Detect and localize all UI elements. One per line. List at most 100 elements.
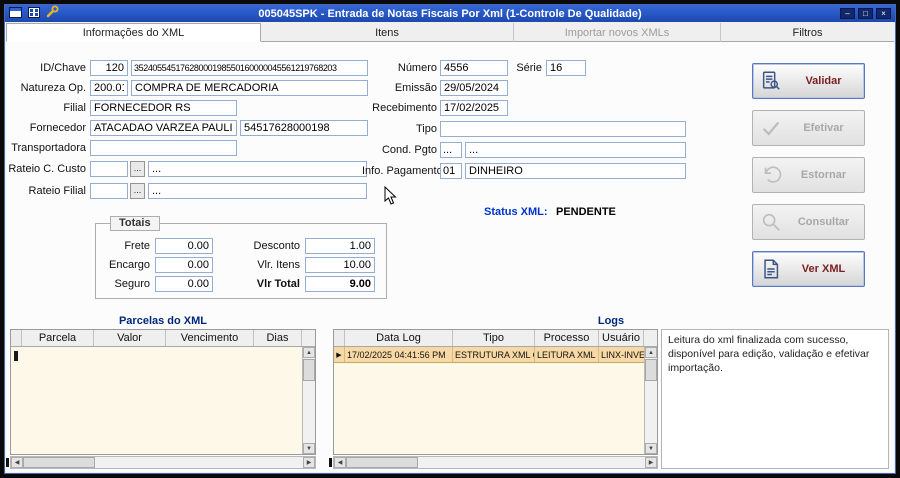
fornecedor-nome-field[interactable] xyxy=(90,120,237,136)
consultar-label: Consultar xyxy=(797,216,850,228)
scroll-down-icon[interactable]: ▼ xyxy=(303,443,315,454)
parcelas-col-valor[interactable]: Valor xyxy=(94,330,166,346)
scroll-down-icon[interactable]: ▼ xyxy=(645,443,657,454)
seguro-field[interactable] xyxy=(155,276,213,292)
desconto-field[interactable] xyxy=(305,238,375,254)
totais-legend: Totais xyxy=(110,216,160,231)
ver-xml-button[interactable]: Ver XML xyxy=(752,251,865,287)
fornecedor-cnpj-field[interactable] xyxy=(240,120,368,136)
vlr-itens-field[interactable] xyxy=(305,257,375,273)
scroll-right-icon[interactable]: ▶ xyxy=(645,457,657,468)
parcelas-col-vencimento[interactable]: Vencimento xyxy=(166,330,254,346)
log-row[interactable]: ▶ 17/02/2025 04:41:56 PM ESTRUTURA XML C… xyxy=(334,347,657,363)
efetivar-button[interactable]: Efetivar xyxy=(752,110,865,146)
tab-bar: Informações do XML Itens Importar novos … xyxy=(6,23,894,42)
parcelas-hscrollbar[interactable]: ◀ ▶ xyxy=(10,456,316,469)
chave-field[interactable] xyxy=(131,60,368,76)
vlr-total-label: Vlr Total xyxy=(256,278,300,290)
tipo-field[interactable] xyxy=(440,121,686,137)
info-pagamento-descricao-field[interactable] xyxy=(465,163,686,179)
filial-field[interactable] xyxy=(90,100,237,116)
vlr-total-field[interactable] xyxy=(305,276,375,292)
record-marker-icon: ▶ xyxy=(334,347,345,362)
rateio-filial-label: Rateio Filial xyxy=(28,185,86,197)
encargo-field[interactable] xyxy=(155,257,213,273)
parcelas-vscroll-thumb[interactable] xyxy=(303,359,315,381)
consultar-icon xyxy=(753,211,789,233)
parcelas-col-dias[interactable]: Dias xyxy=(254,330,302,346)
parcelas-col-parcela[interactable]: Parcela xyxy=(22,330,94,346)
consultar-button[interactable]: Consultar xyxy=(752,204,865,240)
recebimento-field[interactable] xyxy=(440,100,508,116)
emissao-label: Emissão xyxy=(394,82,437,94)
wrench-icon[interactable] xyxy=(46,5,59,23)
transportadora-field[interactable] xyxy=(90,140,237,156)
id-chave-label: ID/Chave xyxy=(40,62,86,74)
log-tipo: ESTRUTURA XML C xyxy=(453,347,535,362)
logs-title: Logs xyxy=(597,315,625,327)
seguro-label: Seguro xyxy=(114,278,150,290)
status-xml-value: PENDENTE xyxy=(556,206,616,218)
filial-label: Filial xyxy=(63,102,86,114)
scroll-up-icon[interactable]: ▲ xyxy=(303,347,315,358)
close-button[interactable]: × xyxy=(876,8,891,19)
logs-selector-header xyxy=(334,330,345,346)
app-screen: 005045SPK - Entrada de Notas Fiscais Por… xyxy=(0,0,900,478)
tab-itens[interactable]: Itens xyxy=(261,23,514,42)
natureza-op-codigo-field[interactable] xyxy=(90,80,128,96)
apps-grid-icon[interactable] xyxy=(28,5,40,23)
frete-field[interactable] xyxy=(155,238,213,254)
logs-col-usuario[interactable]: Usuário xyxy=(599,330,644,346)
log-message-memo[interactable]: Leitura do xml finalizada com sucesso, d… xyxy=(661,329,889,469)
rateio-ccusto-codigo-field[interactable] xyxy=(90,161,128,177)
efetivar-label: Efetivar xyxy=(803,122,844,134)
log-data-log: 17/02/2025 04:41:56 PM xyxy=(345,347,453,362)
tipo-label: Tipo xyxy=(416,123,437,135)
scroll-right-icon[interactable]: ▶ xyxy=(303,457,315,468)
info-pagamento-codigo-field[interactable] xyxy=(440,163,462,179)
scroll-up-icon[interactable]: ▲ xyxy=(645,347,657,358)
titlebar[interactable]: 005045SPK - Entrada de Notas Fiscais Por… xyxy=(5,5,895,22)
natureza-op-label: Natureza Op. xyxy=(20,82,86,94)
id-field[interactable] xyxy=(90,60,128,76)
status-xml-label: Status XML: xyxy=(484,206,548,218)
rateio-filial-descricao-field[interactable] xyxy=(148,183,367,199)
logs-hscrollbar[interactable]: ◀ ▶ xyxy=(333,456,658,469)
cond-pgto-label: Cond. Pgto xyxy=(381,144,437,156)
logs-col-data-log[interactable]: Data Log xyxy=(345,330,453,346)
validar-icon xyxy=(753,70,789,92)
logs-vscrollbar[interactable]: ▲ ▼ xyxy=(644,347,657,454)
parcelas-hscroll-thumb[interactable] xyxy=(23,457,95,468)
scroll-left-icon[interactable]: ◀ xyxy=(334,457,346,468)
tab-importar-novos-xmls[interactable]: Importar novos XMLs xyxy=(514,23,721,42)
vlr-itens-label: Vlr. Itens xyxy=(257,259,300,271)
cond-pgto-codigo-field[interactable] xyxy=(440,142,462,158)
info-pagamento-label: Info. Pagamento xyxy=(362,165,443,177)
record-marker xyxy=(14,351,18,361)
rateio-ccusto-label: Rateio C. Custo xyxy=(8,163,86,175)
logs-hscroll-thumb[interactable] xyxy=(346,457,418,468)
serie-field[interactable] xyxy=(546,60,586,76)
logs-col-processo[interactable]: Processo xyxy=(535,330,599,346)
emissao-field[interactable] xyxy=(440,80,508,96)
validar-button[interactable]: Validar xyxy=(752,63,865,99)
tab-filtros[interactable]: Filtros xyxy=(721,23,894,42)
parcelas-vscrollbar[interactable]: ▲ ▼ xyxy=(302,347,315,454)
estornar-label: Estornar xyxy=(800,169,847,181)
maximize-button[interactable]: □ xyxy=(858,8,873,19)
logs-col-tipo[interactable]: Tipo xyxy=(453,330,535,346)
rateio-filial-lookup-button[interactable]: ... xyxy=(130,183,145,199)
window-title: 005045SPK - Entrada de Notas Fiscais Por… xyxy=(258,7,642,20)
cond-pgto-descricao-field[interactable] xyxy=(465,142,686,158)
rateio-ccusto-lookup-button[interactable]: ... xyxy=(130,161,145,177)
numero-field[interactable] xyxy=(440,60,508,76)
rateio-filial-codigo-field[interactable] xyxy=(90,183,128,199)
logs-vscroll-thumb[interactable] xyxy=(645,359,657,381)
scroll-left-icon[interactable]: ◀ xyxy=(11,457,23,468)
minimize-button[interactable]: – xyxy=(840,8,855,19)
tab-informacoes-xml[interactable]: Informações do XML xyxy=(6,23,261,42)
natureza-op-descricao-field[interactable] xyxy=(131,80,368,96)
parcelas-header: Parcela Valor Vencimento Dias xyxy=(11,330,315,347)
estornar-button[interactable]: Estornar xyxy=(752,157,865,193)
rateio-ccusto-descricao-field[interactable] xyxy=(148,161,367,177)
